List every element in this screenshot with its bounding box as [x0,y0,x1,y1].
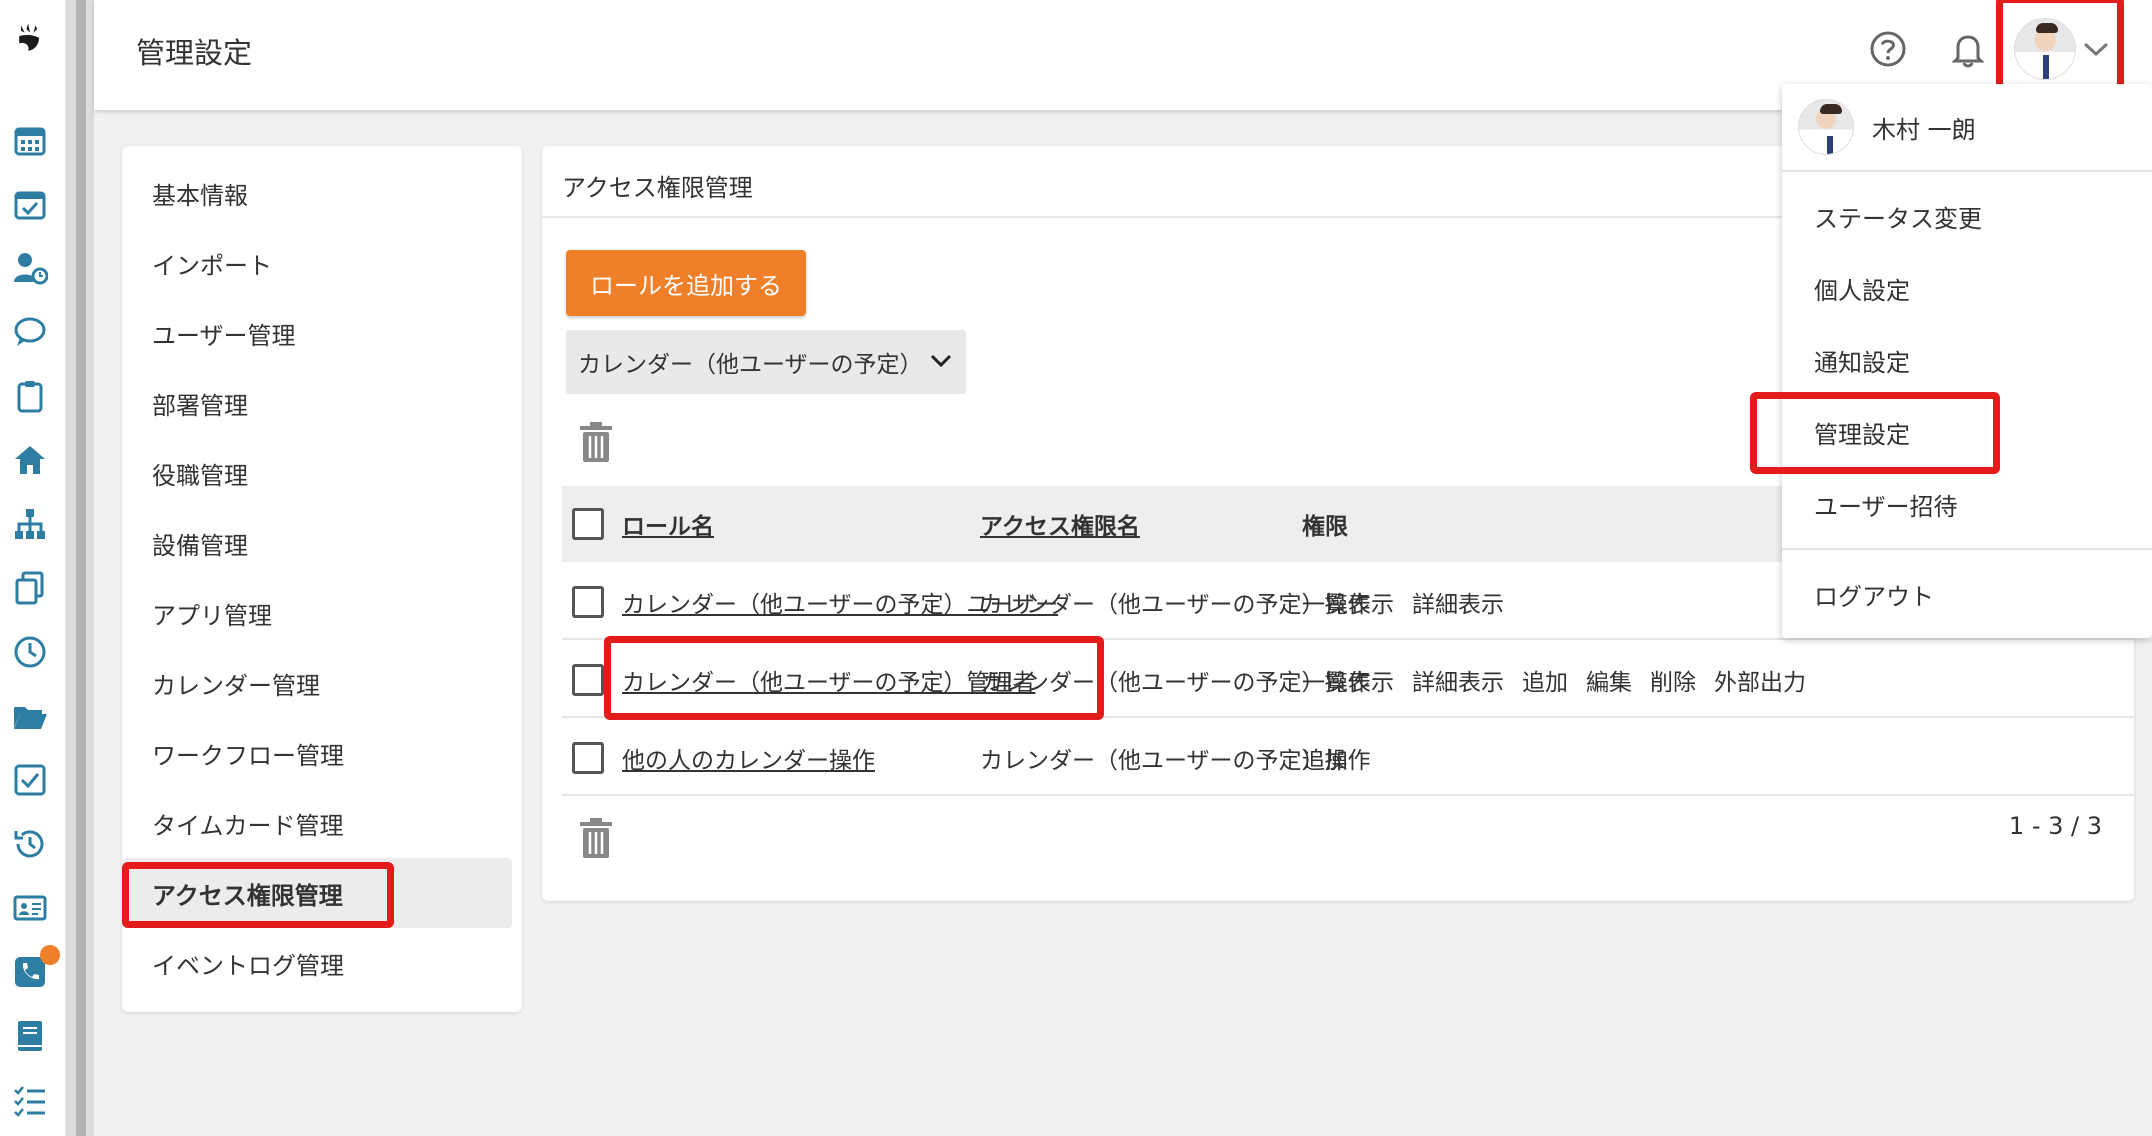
help-circle-icon[interactable] [1866,27,1910,71]
permission-label: 詳細表示 [1412,670,1504,696]
copy-icon[interactable] [10,568,50,608]
role-name-link[interactable]: 他の人のカレンダー操作 [622,720,875,796]
checkbox-task-icon[interactable] [10,760,50,800]
trash-icon[interactable] [576,420,616,464]
calendar-check-icon[interactable] [10,184,50,224]
permission-label: 編集 [1586,670,1632,696]
org-chart-icon[interactable] [10,504,50,544]
menu-item-notification-settings[interactable]: 通知設定 [1814,340,1910,380]
menu-item-logout[interactable]: ログアウト [1814,574,1934,614]
calendar-icon[interactable] [10,120,50,160]
row-checkbox[interactable] [572,742,604,774]
user-dropdown-menu: 木村 一朗 ステータス変更 個人設定 通知設定 管理設定 ユーザー招待 ログアウ… [1782,84,2152,638]
permissions-cell: 一覧表示 詳細表示 [1302,564,1522,640]
access-filter-select[interactable]: カレンダー（他ユーザーの予定） [566,330,966,394]
user-avatar-button[interactable] [2014,14,2124,84]
pagination-info: 1 - 3 / 3 [2008,812,2102,840]
avatar [1798,99,1854,155]
permission-label: 詳細表示 [1412,592,1504,618]
home-icon[interactable] [10,440,50,480]
nav-item-event-log-management[interactable]: イベントログ管理 [122,928,522,998]
menu-divider [1782,548,2152,550]
nav-item-app-management[interactable]: アプリ管理 [122,578,522,648]
column-header-permissions: 権限 [1302,514,1348,540]
page-title: 管理設定 [136,36,253,70]
nav-item-user-management[interactable]: ユーザー管理 [122,298,522,368]
permission-label: 一覧表示 [1302,592,1394,618]
permissions-cell: 追加 [1302,720,1366,796]
menu-user-name: 木村 一朗 [1872,115,1976,144]
permission-label: 一覧表示 [1302,670,1394,696]
nav-item-calendar-management[interactable]: カレンダー管理 [122,648,522,718]
chat-bubble-icon[interactable] [10,312,50,352]
nav-item-import[interactable]: インポート [122,228,522,298]
trash-icon[interactable] [576,816,616,860]
app-sidebar [0,0,66,1136]
clipboard-icon[interactable] [10,376,50,416]
nav-item-timecard-management[interactable]: タイムカード管理 [122,788,522,858]
row-checkbox[interactable] [572,586,604,618]
row-checkbox[interactable] [572,664,604,696]
menu-item-status-change[interactable]: ステータス変更 [1814,196,1982,236]
card-title: アクセス権限管理 [562,174,753,202]
filter-select-value: カレンダー（他ユーザーの予定） [578,352,923,378]
select-all-checkbox[interactable] [572,508,604,540]
chevron-down-icon [2083,42,2109,57]
add-role-button[interactable]: ロールを追加する [566,250,806,316]
notification-badge [40,945,60,965]
contact-card-icon[interactable] [10,888,50,928]
nav-item-workflow-management[interactable]: ワークフロー管理 [122,718,522,788]
clock-icon[interactable] [10,632,50,672]
column-header-role-name[interactable]: ロール名 [622,486,714,562]
bell-icon[interactable] [1946,27,1990,71]
user-clock-icon[interactable] [10,248,50,288]
chevron-down-icon [930,354,952,368]
menu-divider [1782,170,2152,172]
avatar [2014,18,2076,80]
permissions-cell: 一覧表示 詳細表示 追加 編集 削除 外部出力 [1302,642,1824,718]
menu-user-profile[interactable]: 木村 一朗 [1798,96,1976,158]
permission-label: 外部出力 [1714,670,1806,696]
folder-open-icon[interactable] [10,696,50,736]
table-row: 他の人のカレンダー操作 カレンダー（他ユーザーの予定）操作 追加 [562,720,2134,796]
role-name-link[interactable]: カレンダー（他ユーザーの予定）管理者 [622,642,1036,718]
settings-nav: 基本情報 インポート ユーザー管理 部署管理 役職管理 設備管理 アプリ管理 カ… [122,146,522,1012]
checklist-icon[interactable] [10,1080,50,1120]
history-icon[interactable] [10,824,50,864]
table-row: カレンダー（他ユーザーの予定）管理者 カレンダー（他ユーザーの予定）操作 一覧表… [562,642,2134,718]
sidebar-divider [66,0,94,1136]
permission-label: 追加 [1302,748,1348,774]
nav-item-facility-management[interactable]: 設備管理 [122,508,522,578]
menu-item-personal-settings[interactable]: 個人設定 [1814,268,1910,308]
menu-item-admin-settings[interactable]: 管理設定 [1814,412,1910,452]
nav-item-department-management[interactable]: 部署管理 [122,368,522,438]
permission-label: 追加 [1522,670,1568,696]
app-logo-icon[interactable] [10,18,50,58]
nav-item-position-management[interactable]: 役職管理 [122,438,522,508]
menu-item-invite-user[interactable]: ユーザー招待 [1814,484,1958,524]
column-header-access-name[interactable]: アクセス権限名 [980,486,1140,562]
nav-item-access-management[interactable]: アクセス権限管理 [122,858,512,928]
book-icon[interactable] [10,1016,50,1056]
nav-item-basic-info[interactable]: 基本情報 [122,158,522,228]
permission-label: 削除 [1650,670,1696,696]
